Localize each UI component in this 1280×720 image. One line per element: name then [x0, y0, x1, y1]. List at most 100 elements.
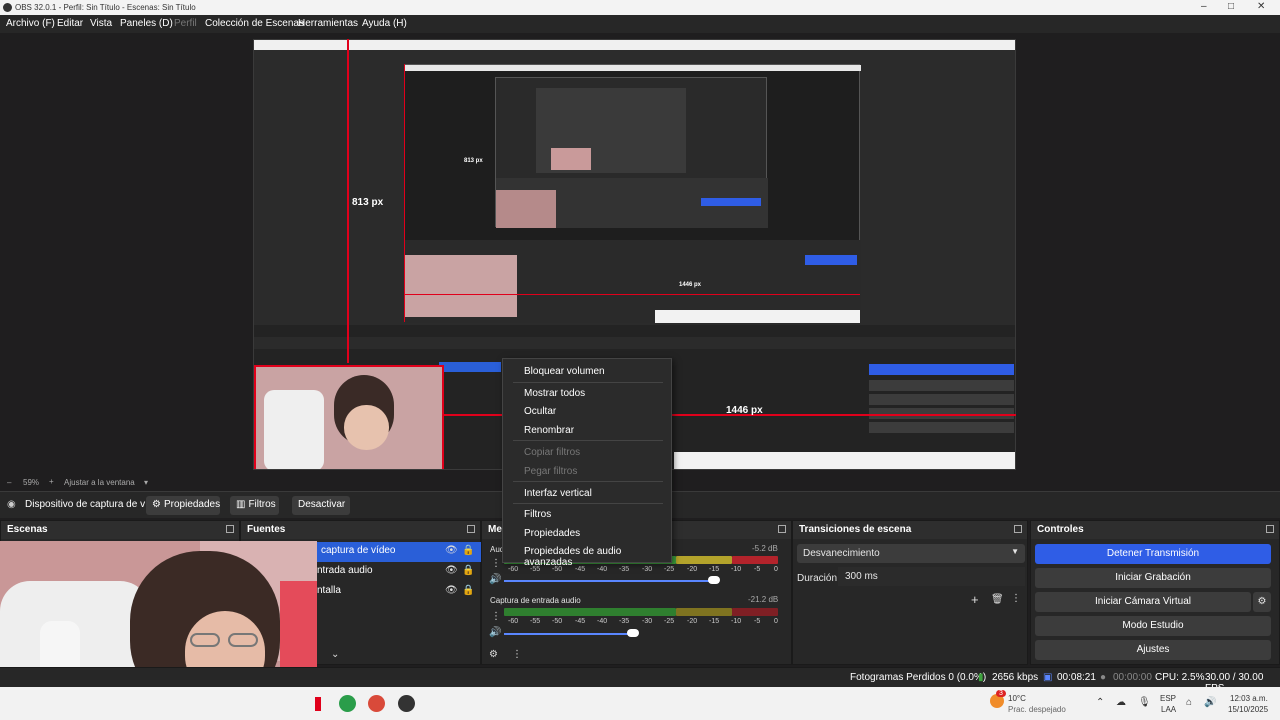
channel1-meter-red: [732, 556, 778, 564]
kebab-menu-icon[interactable]: ⋮: [491, 558, 501, 569]
menu-item-copy-filters: Copiar filtros: [524, 447, 581, 458]
menu-herramientas[interactable]: Herramientas: [298, 18, 358, 29]
menu-ayuda[interactable]: Ayuda (H): [362, 18, 407, 29]
menu-archivo[interactable]: Archivo (F): [6, 18, 55, 29]
source-name: Dispositivo de captura de v: [25, 499, 146, 510]
channel1-meter-yellow: [676, 556, 732, 564]
clock-time[interactable]: 12:03 a.m.: [1230, 694, 1268, 703]
transition-select[interactable]: Desvanecimiento ▼: [797, 544, 1025, 563]
weather-temp: 10°C: [1008, 694, 1026, 703]
dropped-frames: Fotogramas Perdidos 0 (0.0%): [850, 672, 987, 683]
nested-measure-b: 1446 px: [679, 282, 702, 288]
studio-mode-button[interactable]: Modo Estudio: [1035, 616, 1271, 636]
network-icon[interactable]: ⌂: [1186, 697, 1192, 708]
keyboard-language[interactable]: ESP: [1160, 694, 1176, 703]
menu-paneles[interactable]: Paneles (D): [120, 18, 173, 29]
mic-icon[interactable]: 🎙: [1138, 697, 1151, 708]
chevron-down-icon[interactable]: ▾: [144, 478, 148, 487]
eye-icon[interactable]: 👁: [445, 565, 458, 576]
measure-horizontal-label: 1446 px: [726, 405, 763, 416]
menu-perfil[interactable]: Perfil: [174, 18, 197, 29]
lock-icon[interactable]: 🔒: [462, 545, 474, 556]
deactivate-button[interactable]: Desactivar: [292, 496, 350, 515]
start-virtual-camera-button[interactable]: Iniciar Cámara Virtual: [1035, 592, 1251, 612]
volume-icon[interactable]: 🔊: [1204, 697, 1216, 708]
transitions-header: Transiciones de escena: [793, 521, 1027, 539]
duration-input[interactable]: 300 ms: [838, 567, 1025, 586]
lock-icon[interactable]: 🔒: [462, 565, 474, 576]
keyboard-region[interactable]: LAA: [1161, 705, 1176, 714]
maximize-icon[interactable]: □: [1228, 1, 1234, 12]
chevron-down-icon[interactable]: ⌄: [331, 649, 339, 660]
channel2-slider-handle[interactable]: [627, 629, 639, 637]
status-bar: Fotogramas Perdidos 0 (0.0%) ▮ 2656 kbps…: [0, 667, 1280, 694]
kebab-menu-icon[interactable]: ⋮: [512, 649, 522, 660]
controls-dock: Controles Detener Transmisión Iniciar Gr…: [1030, 520, 1280, 665]
guide-vertical: [347, 39, 349, 363]
record-time: 00:00:00: [1113, 672, 1152, 683]
channel1-slider-handle[interactable]: [708, 576, 720, 584]
menu-item-show-all[interactable]: Mostrar todos: [524, 388, 585, 399]
nested-measure-a: 813 px: [464, 158, 483, 164]
menu-item-advanced-audio[interactable]: Propiedades de audio avanzadas: [524, 546, 671, 568]
properties-button[interactable]: ⚙ Propiedades: [146, 496, 220, 515]
menu-item-hide[interactable]: Ocultar: [524, 406, 556, 417]
windows-taskbar: 3 10°C Prac. despejado ⌃ ☁ 🎙 ESP LAA ⌂ 🔊…: [0, 687, 1280, 720]
kebab-menu-icon[interactable]: ⋮: [1011, 593, 1021, 604]
nested-titlebar: [254, 40, 1015, 50]
clock-date[interactable]: 15/10/2025: [1228, 705, 1268, 714]
speaker-icon[interactable]: 🔊: [489, 627, 501, 638]
minimize-icon[interactable]: –: [1201, 1, 1207, 12]
notification-badge: 3: [996, 690, 1006, 697]
gear-icon[interactable]: ⚙: [489, 649, 498, 660]
taskbar-app-icon[interactable]: [315, 697, 321, 711]
zoom-percent[interactable]: 59%: [23, 478, 39, 487]
duration-label: Duración: [797, 573, 838, 584]
stream-icon: ▣: [1043, 672, 1053, 683]
menu-item-rename[interactable]: Renombrar: [524, 425, 574, 436]
measure-vertical-label: 813 px: [352, 197, 384, 208]
cloud-icon[interactable]: ☁: [1116, 697, 1126, 708]
obs-taskbar-icon[interactable]: [398, 695, 415, 712]
menu-item-lock-volume[interactable]: Bloquear volumen: [524, 366, 605, 377]
menu-item-filters[interactable]: Filtros: [524, 509, 551, 520]
channel1-db: -5.2 dB: [752, 544, 778, 553]
gear-icon[interactable]: ⚙: [1253, 592, 1271, 612]
stop-stream-button[interactable]: Detener Transmisión: [1035, 544, 1271, 564]
eye-icon[interactable]: 👁: [445, 585, 458, 596]
menu-vista[interactable]: Vista: [90, 18, 112, 29]
scenes-header: Escenas: [1, 521, 239, 539]
chevron-up-icon[interactable]: ⌃: [1096, 697, 1104, 708]
zoom-fit[interactable]: Ajustar a la ventana: [64, 478, 135, 487]
nested-preview: [404, 64, 861, 323]
menu-editar[interactable]: Editar: [57, 18, 83, 29]
close-icon[interactable]: ✕: [1257, 1, 1265, 12]
signal-icon: ▮: [978, 672, 984, 683]
menu-coleccion-escenas[interactable]: Colección de Escenas: [205, 18, 304, 29]
cpu-usage: CPU: 2.5%: [1155, 672, 1205, 683]
start-recording-button[interactable]: Iniciar Grabación: [1035, 568, 1271, 588]
obs-app-icon: [3, 3, 12, 12]
channel2-name: Captura de entrada audio: [490, 596, 581, 605]
menu-item-vertical-layout[interactable]: Interfaz vertical: [524, 488, 592, 499]
controls-header: Controles: [1031, 521, 1279, 539]
settings-button[interactable]: Ajustes: [1035, 640, 1271, 660]
chrome-icon[interactable]: [368, 695, 385, 712]
transitions-dock: Transiciones de escena Desvanecimiento ▼…: [792, 520, 1028, 665]
channel2-volume-slider[interactable]: [504, 633, 634, 635]
nested-webcam: [405, 255, 517, 317]
eye-icon[interactable]: 👁: [445, 545, 458, 556]
add-icon[interactable]: +: [971, 592, 979, 607]
record-icon: ●: [1100, 672, 1107, 683]
menu-item-properties[interactable]: Propiedades: [524, 528, 580, 539]
kebab-menu-icon[interactable]: ⋮: [491, 611, 501, 622]
menu-separator: [513, 382, 663, 383]
chrome-icon[interactable]: [339, 695, 356, 712]
lock-icon[interactable]: 🔒: [462, 585, 474, 596]
speaker-icon[interactable]: 🔊: [489, 574, 501, 585]
menu-separator: [513, 440, 663, 441]
channel1-volume-slider[interactable]: [504, 580, 714, 582]
menu-item-paste-filters: Pegar filtros: [524, 466, 578, 477]
filters-button[interactable]: ▥ Filtros: [230, 496, 279, 515]
trash-icon[interactable]: 🗑: [991, 594, 1004, 605]
